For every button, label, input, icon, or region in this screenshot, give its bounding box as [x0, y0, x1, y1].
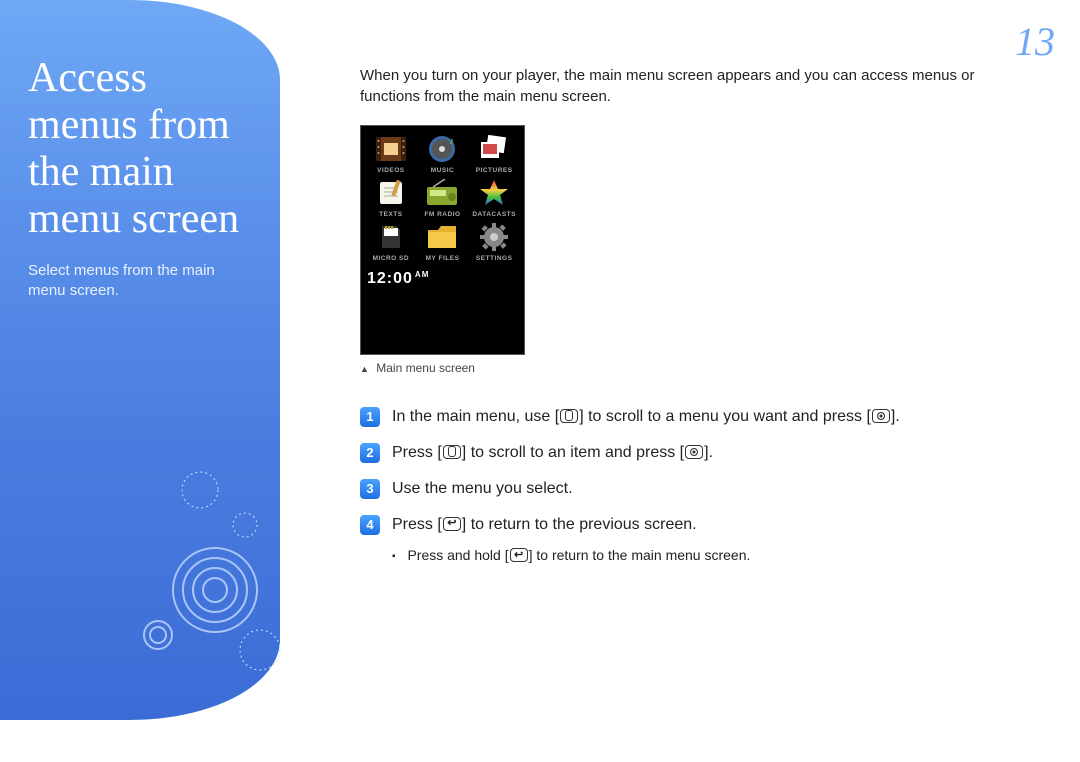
- menu-microsd: MICRO SD: [367, 222, 415, 262]
- menu-label: TEXTS: [379, 211, 402, 218]
- menu-label: VIDEOS: [377, 167, 405, 174]
- step2-part-c: ].: [704, 444, 713, 461]
- menu-label: SETTINGS: [476, 255, 513, 262]
- sidebar: Access menus from the main menu screen S…: [0, 0, 280, 720]
- step4-part-b: ] to return to the previous screen.: [462, 516, 697, 533]
- device-clock: 12:00AM: [367, 270, 518, 288]
- film-icon: [373, 134, 409, 164]
- sub-part-b: ] to return to the main menu screen.: [529, 547, 751, 563]
- step1-part-a: In the main menu, use [: [392, 408, 559, 425]
- sidebar-title: Access menus from the main menu screen: [28, 55, 252, 243]
- step-number-3: 3: [360, 479, 380, 499]
- content-area: When you turn on your player, the main m…: [360, 65, 1020, 566]
- step1-part-c: ].: [891, 408, 900, 425]
- menu-texts: TEXTS: [367, 178, 415, 218]
- step-2: 2 Press [ ] to scroll to an item and pres…: [360, 441, 1020, 465]
- notepad-icon: [373, 178, 409, 208]
- intro-text: When you turn on your player, the main m…: [360, 65, 1020, 107]
- menu-label: MICRO SD: [373, 255, 410, 262]
- scroll-button-icon: [560, 409, 578, 423]
- step-4: 4 Press [ ] to return to the previous scr…: [360, 513, 1020, 537]
- scroll-button-icon: [443, 445, 461, 459]
- menu-label: PICTURES: [476, 167, 513, 174]
- menu-pictures: PICTURES: [470, 134, 518, 174]
- page-number: 13: [1015, 18, 1055, 65]
- sidebar-subtitle: Select menus from the main menu screen.: [28, 261, 252, 302]
- sub-part-a: Press and hold [: [407, 547, 508, 563]
- menu-fmradio: FM RADIO: [419, 178, 467, 218]
- menu-settings: SETTINGS: [470, 222, 518, 262]
- step-number-2: 2: [360, 443, 380, 463]
- svg-text:♪: ♪: [449, 136, 454, 147]
- step2-part-b: ] to scroll to an item and press [: [462, 444, 684, 461]
- menu-datacasts: DATACASTS: [470, 178, 518, 218]
- back-button-icon: [510, 548, 528, 562]
- menu-music: ♪ MUSIC: [419, 134, 467, 174]
- step-3: 3 Use the menu you select.: [360, 477, 1020, 501]
- select-button-icon: [872, 409, 890, 423]
- step2-part-a: Press [: [392, 444, 442, 461]
- step-number-4: 4: [360, 515, 380, 535]
- device-caption: Main menu screen: [360, 361, 1020, 375]
- star-icon: [476, 178, 512, 208]
- back-button-icon: [443, 517, 461, 531]
- device-screenshot: VIDEOS ♪ MUSIC PICTURES TEXTS: [360, 125, 525, 355]
- menu-label: MUSIC: [431, 167, 454, 174]
- step-1: 1 In the main menu, use [ ] to scroll to …: [360, 405, 1020, 429]
- folder-icon: [424, 222, 460, 252]
- step3-text: Use the menu you select.: [392, 477, 1020, 501]
- cd-icon: ♪: [424, 134, 460, 164]
- radio-icon: [424, 178, 460, 208]
- menu-myfiles: MY FILES: [419, 222, 467, 262]
- menu-videos: VIDEOS: [367, 134, 415, 174]
- clock-time: 12:00: [367, 270, 413, 287]
- steps-list: 1 In the main menu, use [ ] to scroll to …: [360, 405, 1020, 566]
- sdcard-icon: [373, 222, 409, 252]
- select-button-icon: [685, 445, 703, 459]
- step1-part-b: ] to scroll to a menu you want and press…: [579, 408, 871, 425]
- menu-label: MY FILES: [426, 255, 460, 262]
- gear-icon: [476, 222, 512, 252]
- menu-label: DATACASTS: [472, 211, 516, 218]
- clock-ampm: AM: [415, 270, 429, 279]
- step-number-1: 1: [360, 407, 380, 427]
- step4-part-a: Press [: [392, 516, 442, 533]
- step4-sub-bullet: Press and hold [ ] to return to the main …: [392, 545, 1020, 566]
- photos-icon: [476, 134, 512, 164]
- menu-label: FM RADIO: [424, 211, 460, 218]
